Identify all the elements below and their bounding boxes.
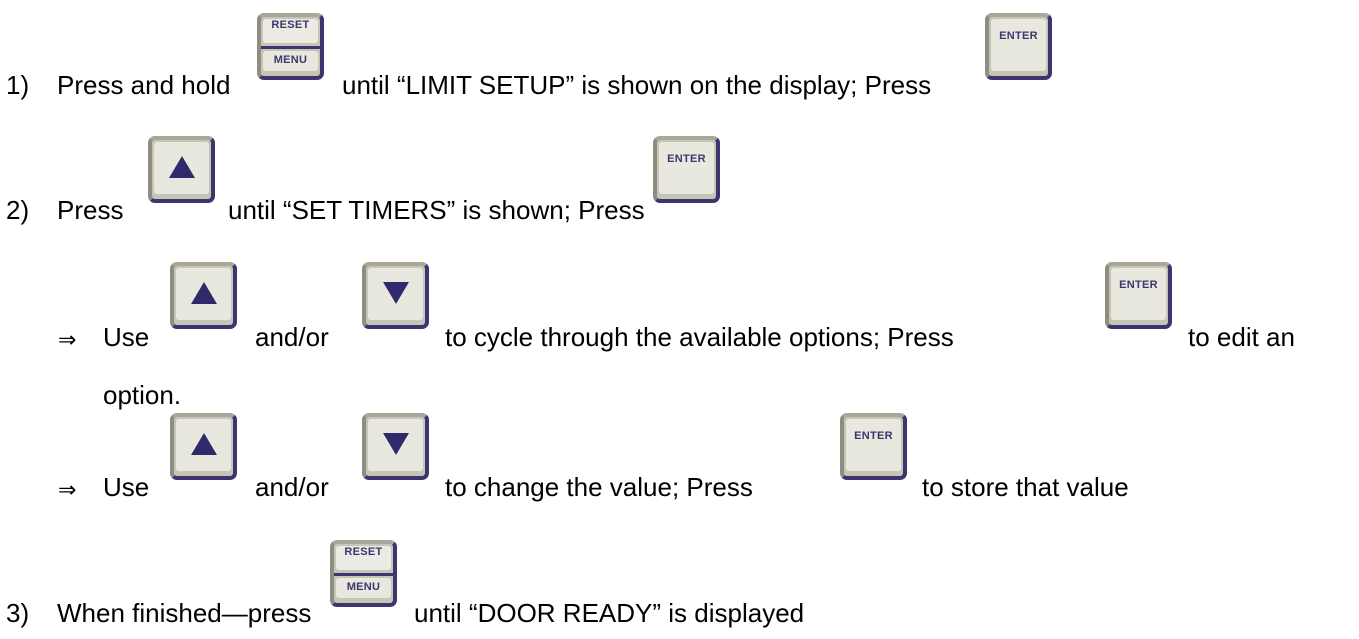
- enter-key: ENTER: [1105, 262, 1172, 329]
- sub1-text-d: to edit an: [1188, 322, 1295, 352]
- sub2-text-b: and/or: [255, 472, 329, 502]
- step3-text-a: When finished—press: [57, 598, 312, 628]
- sub2-text-c: to change the value; Press: [445, 472, 753, 502]
- enter-key-label: ENTER: [854, 430, 893, 442]
- sub1-text-c: to cycle through the available options; …: [445, 322, 954, 352]
- up-arrow-icon: [190, 433, 217, 455]
- enter-key-label: ENTER: [1119, 279, 1158, 291]
- step1-text-b: until “LIMIT SETUP” is shown on the disp…: [342, 70, 932, 100]
- reset-key-label: RESET: [344, 546, 383, 558]
- step3-number: 3): [6, 598, 30, 628]
- step2-text-a: Press: [57, 195, 124, 225]
- enter-key: ENTER: [653, 136, 720, 203]
- step1-text-a: Press and hold: [57, 70, 231, 100]
- up-arrow-key: [148, 136, 215, 203]
- sub2-text-d: to store that value: [922, 472, 1129, 502]
- menu-key-label: MENU: [346, 581, 381, 593]
- up-arrow-icon: [190, 282, 217, 304]
- down-arrow-icon: [382, 282, 409, 304]
- sub1-text-a: Use: [103, 322, 150, 352]
- sub1-bullet: ⇒: [58, 327, 77, 352]
- sub1-text-e: option.: [103, 380, 182, 410]
- enter-key-label: ENTER: [667, 153, 706, 165]
- sub2-bullet: ⇒: [58, 477, 77, 502]
- step2-text-b: until “SET TIMERS” is shown; Press: [228, 195, 645, 225]
- enter-key: ENTER: [985, 13, 1052, 80]
- up-arrow-key: [170, 413, 237, 480]
- step3-text-b: until “DOOR READY” is displayed: [414, 598, 805, 628]
- step1-number: 1): [6, 70, 30, 100]
- down-arrow-key: [362, 413, 429, 480]
- sub2-text-a: Use: [103, 472, 150, 502]
- enter-key: ENTER: [840, 413, 907, 480]
- up-arrow-key: [170, 262, 237, 329]
- reset-key-label: RESET: [271, 19, 310, 31]
- step2-number: 2): [6, 195, 30, 225]
- menu-key-label: MENU: [273, 54, 308, 66]
- reset-menu-key: RESET MENU: [257, 13, 324, 80]
- down-arrow-icon: [382, 433, 409, 455]
- sub1-text-b: and/or: [255, 322, 329, 352]
- up-arrow-icon: [168, 156, 195, 178]
- down-arrow-key: [362, 262, 429, 329]
- reset-menu-key: RESET MENU: [330, 540, 397, 607]
- enter-key-label: ENTER: [999, 30, 1038, 42]
